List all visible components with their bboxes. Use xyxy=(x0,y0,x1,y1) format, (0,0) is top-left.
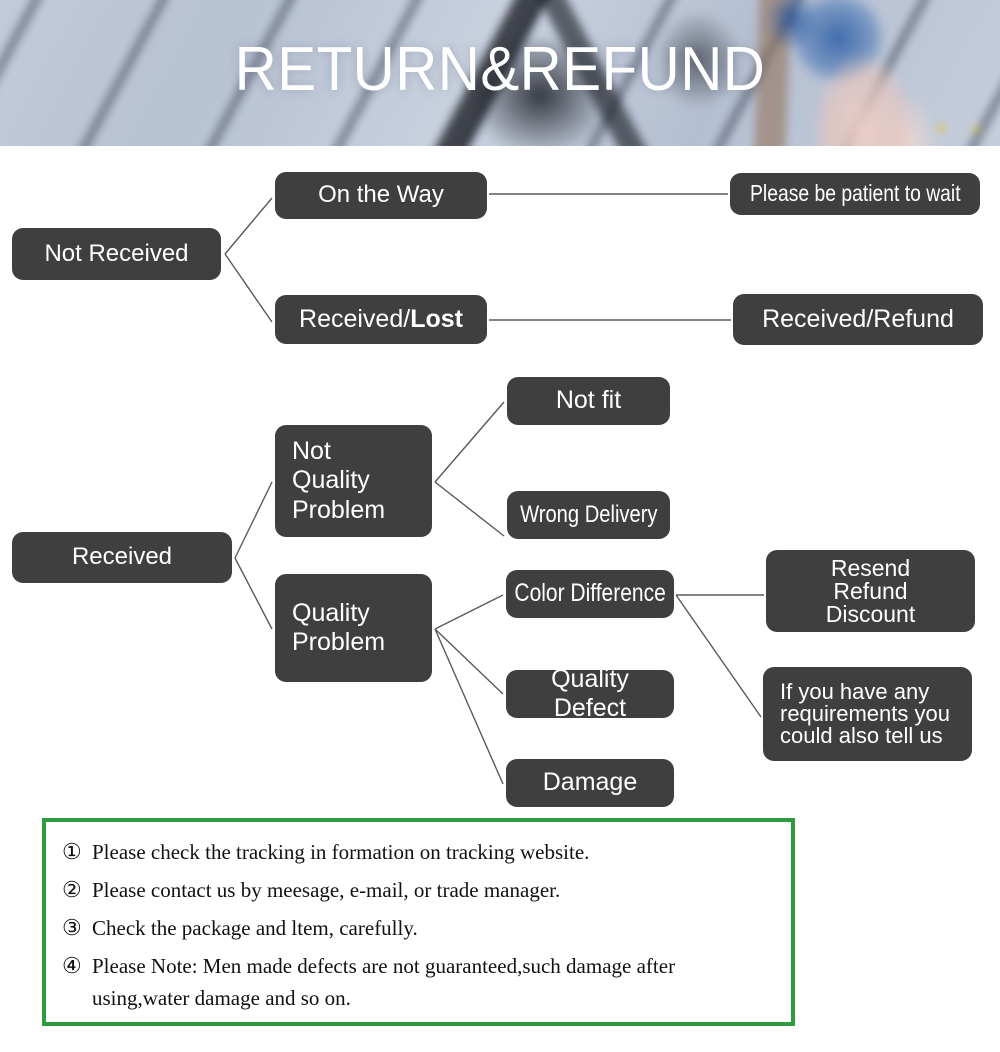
note-number-icon: ① xyxy=(62,839,82,864)
flow-node-label-head: Received/ xyxy=(299,304,411,333)
flow-node-label-emphasis: Lost xyxy=(410,304,463,333)
connector-not-received-to-on-the-way xyxy=(224,197,273,255)
flow-node-label: Received xyxy=(71,543,173,571)
flow-node-on-the-way: On the Way xyxy=(275,172,487,219)
connector-not-quality-problem-to-wrong-delivery xyxy=(434,481,505,537)
header-banner: RETURN&REFUND xyxy=(0,0,1000,146)
connector-color-difference-to-extra-requirements xyxy=(675,594,762,718)
flow-node-label: Color Difference xyxy=(514,579,666,608)
flow-node-damage: Damage xyxy=(506,759,674,807)
flow-node-received-refund: Received/Refund xyxy=(733,294,983,345)
note-number-icon: ③ xyxy=(62,915,82,940)
notes-box: ① Please check the tracking in formation … xyxy=(42,818,795,1026)
connector-received-to-quality-problem xyxy=(234,557,273,630)
flow-node-label: Wrong Delivery xyxy=(519,500,658,528)
note-item: ① Please check the tracking in formation … xyxy=(62,836,775,868)
flow-node-label: Please be patient to wait xyxy=(749,180,961,207)
note-item: ③ Check the package and ltem, carefully. xyxy=(62,912,775,944)
flow-node-label: If you have any requirements you could a… xyxy=(780,679,950,748)
note-text: Check the package and ltem, carefully. xyxy=(92,916,418,940)
return-policy-flowchart: Not Received On the Way Please be patient … xyxy=(0,146,1000,816)
flow-node-wrong-delivery: Wrong Delivery xyxy=(507,491,670,539)
connector-quality-problem-to-damage xyxy=(434,628,504,785)
connector-not-quality-problem-to-not-fit xyxy=(434,401,505,483)
flow-node-color-difference: Color Difference xyxy=(506,570,674,618)
flow-node-label: Not Received xyxy=(44,239,189,267)
flow-node-label: Not fit xyxy=(555,386,622,415)
note-text: Please check the tracking in formation o… xyxy=(92,840,590,864)
flow-node-received: Received xyxy=(12,532,232,583)
flow-node-not-fit: Not fit xyxy=(507,377,670,425)
flow-node-please-be-patient: Please be patient to wait xyxy=(730,173,980,215)
page-title: RETURN&REFUND xyxy=(234,35,766,104)
flow-node-quality-problem: Quality Problem xyxy=(275,574,432,682)
note-item: ④ Please Note: Men made defects are not g… xyxy=(62,950,775,1014)
note-text: Please Note: Men made defects are not gu… xyxy=(92,954,676,1010)
note-number-icon: ② xyxy=(62,877,82,902)
flow-node-label: Quality Problem xyxy=(292,598,386,657)
note-text: Please contact us by meesage, e-mail, or… xyxy=(92,878,561,902)
note-item: ② Please contact us by meesage, e-mail, o… xyxy=(62,874,775,906)
flow-node-not-received: Not Received xyxy=(12,228,221,280)
flow-node-extra-requirements: If you have any requirements you could a… xyxy=(763,667,972,761)
flow-node-label: Damage xyxy=(542,768,638,797)
flow-node-resend-refund-discount: Resend Refund Discount xyxy=(766,550,975,632)
flow-node-label: On the Way xyxy=(318,181,444,209)
flow-node-not-quality-problem: Not Quality Problem xyxy=(275,425,432,537)
note-number-icon: ④ xyxy=(62,953,82,978)
flow-node-label: Quality Defect xyxy=(551,664,629,723)
connector-quality-problem-to-quality-defect xyxy=(434,628,504,695)
connector-quality-problem-to-color-difference xyxy=(434,594,504,630)
flow-node-label: Received/Lost xyxy=(299,305,463,335)
flow-node-label: Received/Refund xyxy=(762,304,954,333)
connector-received-to-not-quality-problem xyxy=(234,481,273,559)
flow-node-label: Resend Refund Discount xyxy=(825,554,916,627)
flow-node-received-lost: Received/Lost xyxy=(275,295,487,344)
return-refund-page: RETURN&REFUND Not Received On the Way Plea… xyxy=(0,0,1000,1052)
connector-not-received-to-received-lost xyxy=(224,253,273,323)
flow-node-quality-defect: Quality Defect xyxy=(506,665,674,722)
flow-node-label: Not Quality Problem xyxy=(292,436,386,524)
